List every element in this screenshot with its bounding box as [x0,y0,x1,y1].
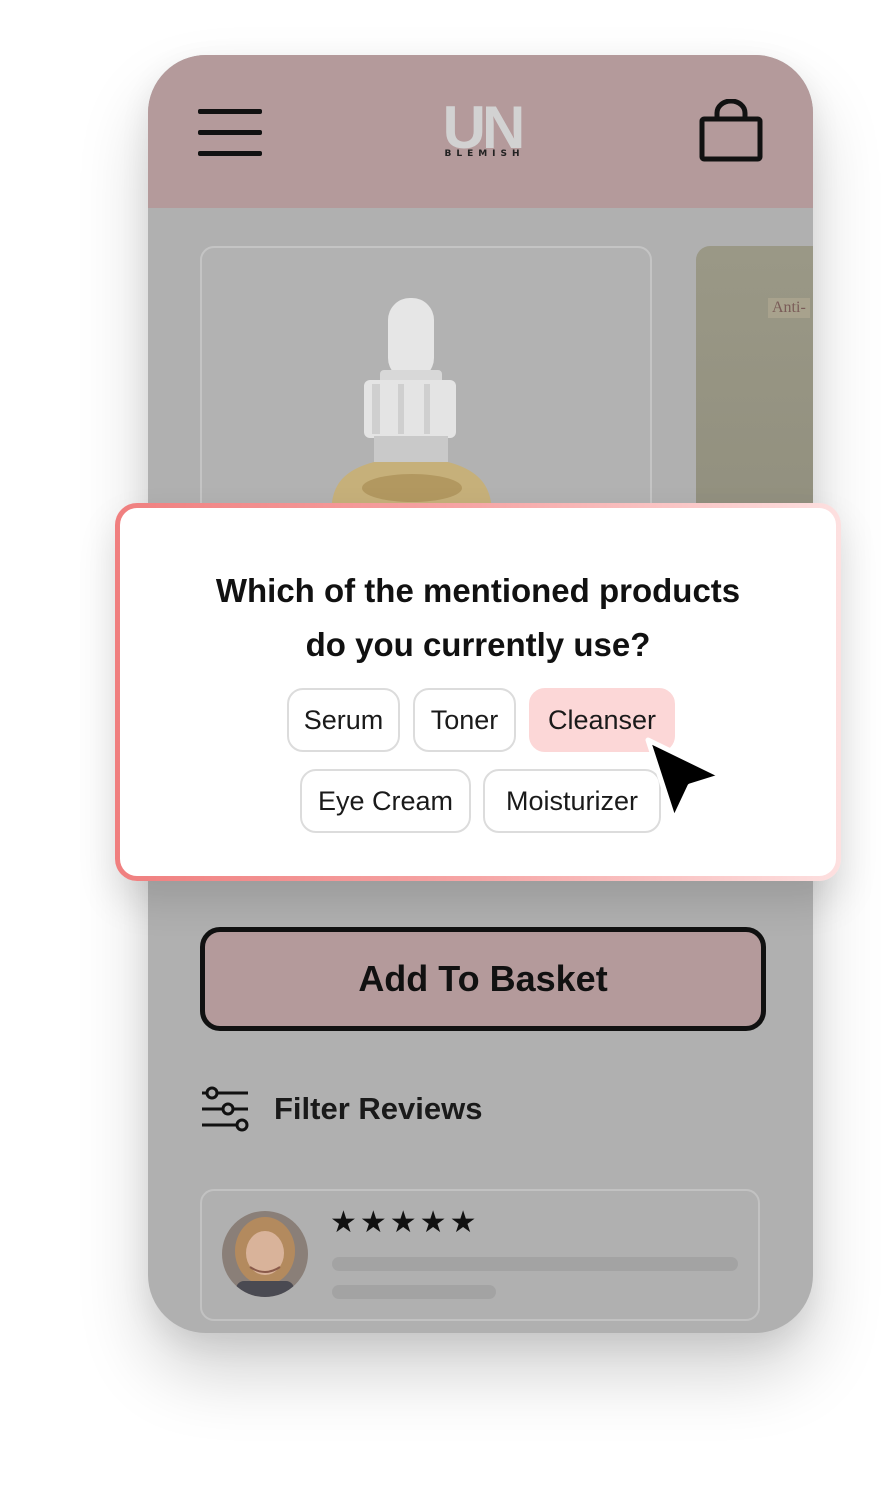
app-header: UN BLEMISH [148,55,813,208]
logo-mark: UN [442,94,526,161]
reviewer-avatar [222,1211,308,1297]
shopping-bag-icon[interactable] [698,98,764,165]
option-moisturizer[interactable]: Moisturizer [483,769,661,833]
star-rating: ★★★★★ [330,1205,480,1240]
survey-popup: Which of the mentioned products do you c… [115,503,841,881]
hamburger-menu-icon[interactable] [198,109,262,157]
option-eye-cream[interactable]: Eye Cream [300,769,471,833]
survey-question: Which of the mentioned products do you c… [120,564,836,672]
logo-subtitle: BLEMISH [444,149,525,159]
survey-question-line2: do you currently use? [305,626,651,663]
option-toner[interactable]: Toner [413,688,516,752]
mouse-pointer-icon [640,732,730,832]
screen: UN BLEMISH Anti- Add To Basket Filter Re… [0,0,886,1501]
add-to-basket-button[interactable]: Add To Basket [200,927,766,1031]
sliders-filter-icon [202,1086,249,1132]
review-text-placeholder [332,1285,496,1299]
option-serum[interactable]: Serum [287,688,400,752]
product-label: Anti- [768,298,810,318]
filter-reviews-label: Filter Reviews [274,1091,483,1126]
review-card: ★★★★★ [200,1189,760,1321]
filter-reviews-button[interactable]: Filter Reviews [200,1083,482,1135]
review-text-placeholder [332,1257,738,1271]
survey-question-line1: Which of the mentioned products [215,572,741,609]
brand-logo[interactable]: UN BLEMISH [434,94,530,163]
